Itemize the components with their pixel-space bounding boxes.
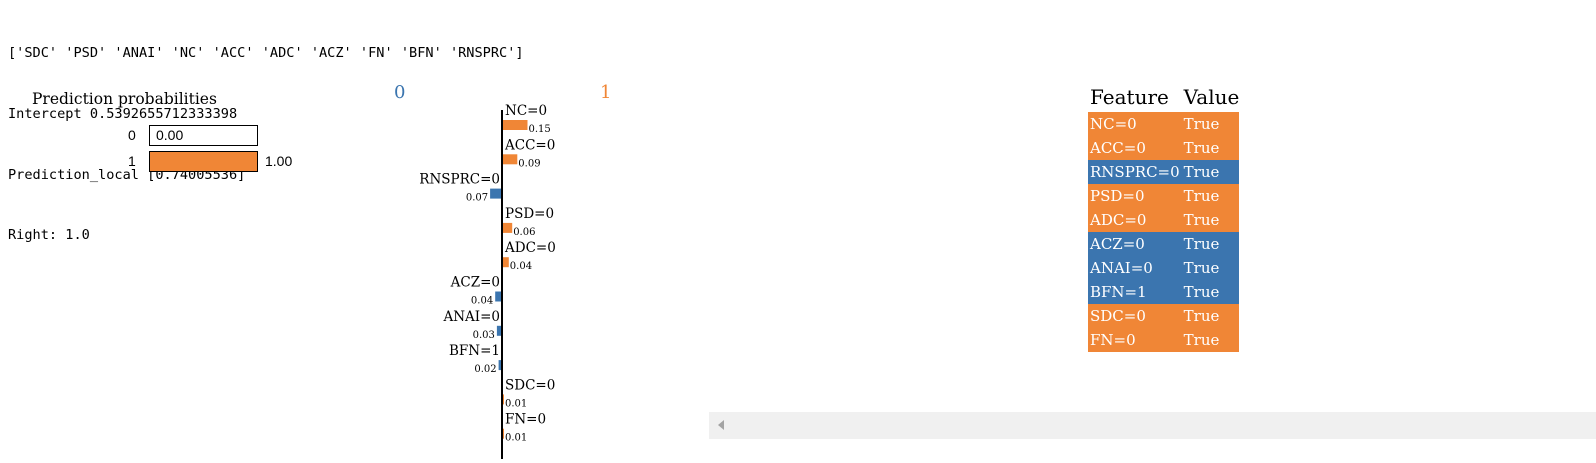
table-row: FN=0 True [1088, 328, 1240, 352]
feature-bar-value: 0.01 [505, 433, 527, 444]
table-row: SDC=0 True [1088, 304, 1240, 328]
table-header-row: Feature Value [1088, 84, 1239, 112]
table-header-feature: Feature [1090, 85, 1169, 109]
table-cell-feature: RNSPRC=0 [1090, 163, 1180, 181]
feature-bar-value: 0.15 [529, 124, 551, 135]
feature-bar-label: BFN=1 [449, 343, 500, 359]
probability-bar: 0.00 [149, 125, 258, 146]
table-cell-feature: FN=0 [1090, 331, 1136, 349]
feature-bar [502, 154, 518, 165]
table-row: ACZ=0 True [1088, 232, 1240, 256]
feature-bar-group: BFN=1 0.02 [449, 343, 502, 375]
table-header-value: Value [1183, 85, 1240, 109]
probability-value: 0.00 [156, 127, 184, 143]
table-cell-value: True [1183, 187, 1220, 205]
feature-weights-chart: NC=0 0.15 ACC=0 0.09 RNSPRC=0 0.07 PSD=0 0.06 AD… [419, 103, 556, 459]
feature-bar-label: RNSPRC=0 [419, 172, 500, 188]
feature-bar-label: ACC=0 [504, 137, 555, 153]
probability-row-class-0: 0 0.00 [0, 125, 320, 147]
horizontal-scrollbar[interactable] [709, 412, 1596, 439]
feature-bar-group: PSD=0 0.06 [502, 206, 554, 238]
table-cell-feature: ADC=0 [1090, 211, 1147, 229]
feature-bar-label: SDC=0 [505, 377, 555, 393]
table-cell-feature: PSD=0 [1090, 187, 1145, 205]
table-row: RNSPRC=0 True [1088, 160, 1240, 184]
class-label-positive: 1 [600, 82, 612, 103]
feature-bar-group: ANAI=0 0.03 [442, 309, 502, 341]
feature-bar-group: ADC=0 0.04 [502, 240, 556, 272]
console-line-features: ['SDC' 'PSD' 'ANAI' 'NC' 'ACC' 'ADC' 'AC… [8, 45, 524, 62]
table-cell-value: True [1183, 163, 1220, 181]
feature-bar-group: FN=0 0.01 [502, 412, 546, 444]
table-cell-value: True [1183, 235, 1220, 253]
feature-bar [502, 257, 509, 268]
probability-row-class-1: 1 1.00 [0, 151, 320, 173]
table-cell-feature: ANAI=0 [1090, 259, 1153, 277]
feature-bar-value: 0.04 [510, 261, 532, 272]
feature-bar-label: FN=0 [505, 412, 546, 428]
probability-class-label: 1 [128, 153, 136, 169]
feature-bar-label: NC=0 [505, 103, 547, 119]
table-row: ACC=0 True [1088, 136, 1240, 160]
feature-bar-value: 0.02 [474, 364, 496, 375]
feature-bar [495, 291, 502, 302]
table-row: PSD=0 True [1088, 184, 1240, 208]
feature-bar-group: NC=0 0.15 [502, 103, 551, 135]
table-cell-feature: ACZ=0 [1090, 235, 1145, 253]
feature-bar [502, 222, 513, 233]
feature-bar [502, 120, 528, 130]
table-cell-feature: SDC=0 [1090, 307, 1146, 325]
table-cell-feature: NC=0 [1090, 115, 1137, 133]
feature-bar-group: RNSPRC=0 0.07 [419, 172, 502, 204]
feature-bar-group: ACC=0 0.09 [502, 137, 555, 169]
feature-bar-group: ACZ=0 0.04 [450, 275, 502, 307]
table-row: ANAI=0 True [1088, 256, 1240, 280]
table-cell-value: True [1183, 283, 1220, 301]
feature-bar-label: ANAI=0 [442, 309, 500, 325]
feature-bar [490, 188, 502, 199]
table-cell-value: True [1183, 115, 1220, 133]
table-cell-value: True [1183, 331, 1220, 349]
table-row: ADC=0 True [1088, 208, 1240, 232]
table-cell-value: True [1183, 139, 1220, 157]
table-cell-value: True [1183, 307, 1220, 325]
feature-bar-value: 0.03 [473, 330, 495, 341]
table-cell-value: True [1183, 211, 1220, 229]
feature-bar-value: 0.09 [518, 158, 540, 169]
probability-bar-fill [150, 152, 257, 171]
feature-bar-value: 0.01 [505, 398, 527, 409]
feature-bar-group: SDC=0 0.01 [502, 377, 555, 409]
probability-value: 1.00 [265, 153, 293, 169]
scroll-left-arrow-icon[interactable] [718, 420, 724, 430]
table-row: BFN=1 True [1088, 280, 1240, 304]
feature-value-table: Feature Value NC=0 True ACC=0 True RNSPRC=… [1088, 84, 1240, 352]
table-cell-value: True [1183, 259, 1220, 277]
feature-bar-value: 0.06 [513, 227, 535, 238]
probability-bar [149, 151, 258, 172]
feature-bar-value: 0.07 [466, 193, 488, 204]
table-cell-feature: ACC=0 [1090, 139, 1146, 157]
probability-class-label: 0 [128, 127, 136, 143]
feature-bar-label: ADC=0 [504, 240, 556, 256]
prediction-probabilities-title: Prediction probabilities [32, 90, 217, 108]
feature-bar-label: ACZ=0 [450, 275, 500, 291]
feature-bar-value: 0.04 [471, 296, 493, 307]
table-cell-feature: BFN=1 [1090, 283, 1147, 301]
feature-bar-label: PSD=0 [505, 206, 554, 222]
class-label-negative: 0 [394, 82, 406, 103]
table-row: NC=0 True [1088, 112, 1240, 136]
